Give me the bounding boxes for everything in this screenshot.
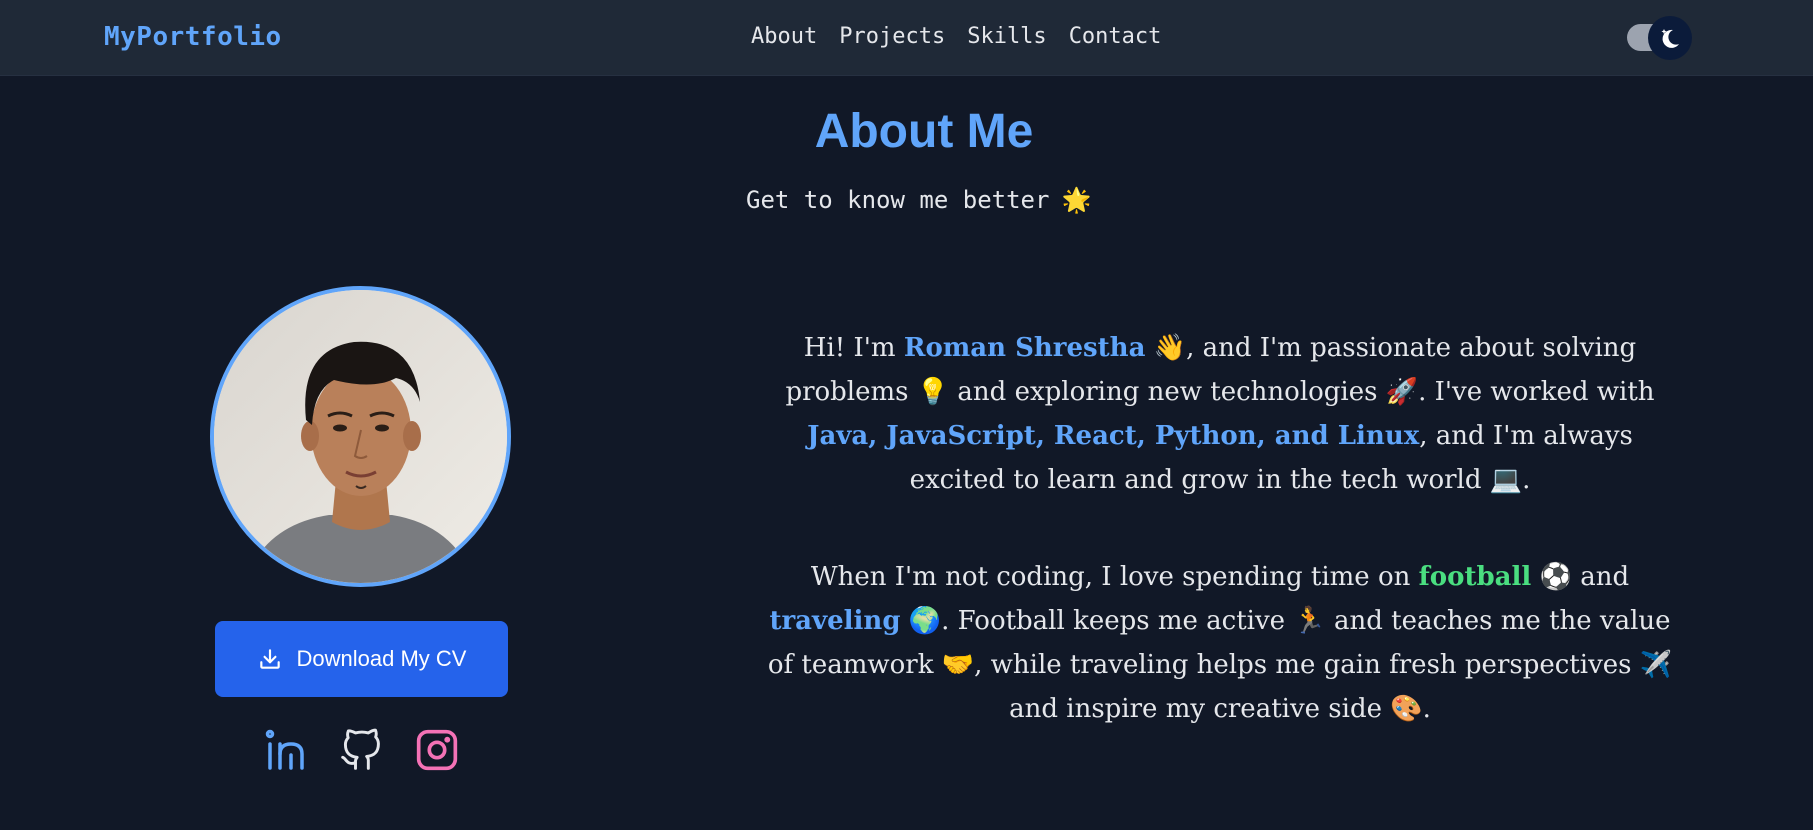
navbar: MyPortfolio About Projects Skills Contac…: [0, 0, 1813, 76]
highlight-traveling: traveling: [769, 606, 901, 636]
profile-photo: [210, 286, 511, 587]
linkedin-icon[interactable]: [263, 728, 307, 772]
nav-link-contact[interactable]: Contact: [1069, 24, 1162, 49]
download-cv-label: Download My CV: [296, 646, 467, 671]
about-text: ⚽ and: [1531, 562, 1630, 592]
star-emoji: 🌟: [1061, 186, 1092, 214]
github-icon[interactable]: [339, 728, 383, 772]
nav-links: About Projects Skills Contact: [751, 24, 1161, 49]
instagram-icon[interactable]: [415, 728, 459, 772]
highlight-football: football: [1418, 562, 1532, 592]
nav-link-skills[interactable]: Skills: [967, 24, 1046, 49]
nav-link-about[interactable]: About: [751, 24, 817, 49]
about-text: 🌍. Football keeps me active 🏃 and teache…: [767, 606, 1673, 724]
page-title: About Me: [814, 105, 1034, 158]
page-subtitle: Get to know me better 🌟: [746, 186, 1091, 214]
moon-icon: [1661, 29, 1679, 48]
theme-toggle-knob[interactable]: [1648, 16, 1692, 60]
social-links: [263, 728, 459, 772]
highlight-skills: Java, JavaScript, React, Python, and Lin…: [807, 421, 1420, 451]
about-text: Hi! I'm: [803, 333, 904, 363]
about-text: When I'm not coding, I love spending tim…: [810, 562, 1419, 592]
download-cv-button[interactable]: Download My CV: [215, 621, 508, 697]
about-paragraph-1: Hi! I'm Roman Shrestha 👋, and I'm passio…: [765, 326, 1675, 502]
highlight-name: Roman Shrestha: [903, 333, 1146, 363]
subtitle-text: Get to know me better: [746, 186, 1050, 214]
brand-logo[interactable]: MyPortfolio: [104, 22, 282, 52]
download-icon: [259, 649, 280, 669]
about-paragraph-2: When I'm not coding, I love spending tim…: [765, 555, 1675, 731]
nav-link-projects[interactable]: Projects: [839, 24, 945, 49]
